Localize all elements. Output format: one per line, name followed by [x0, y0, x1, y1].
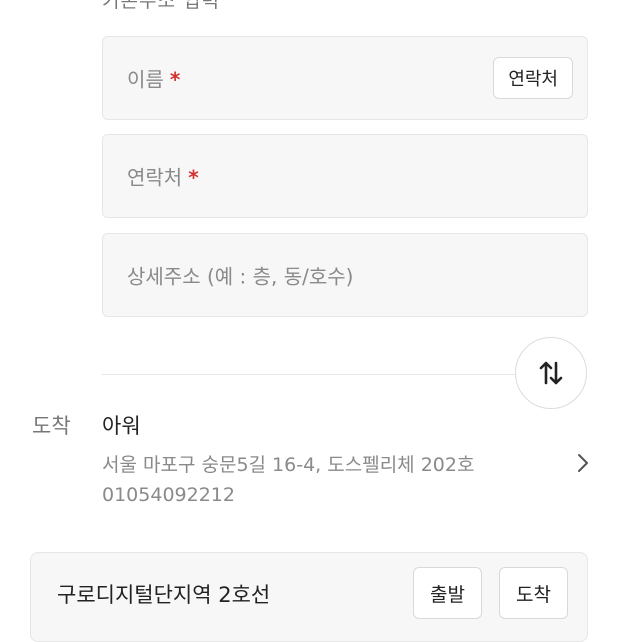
- phone-placeholder: 연락처 *: [127, 165, 199, 190]
- set-departure-button[interactable]: 출발: [413, 567, 482, 619]
- required-mark: *: [188, 165, 199, 190]
- swap-vertical-icon: [539, 361, 563, 385]
- detail-address-placeholder: 상세주소 (예 : 층, 동/호수): [127, 264, 354, 289]
- name-placeholder: 이름 *: [127, 67, 181, 92]
- detail-address-field[interactable]: 상세주소 (예 : 층, 동/호수): [102, 233, 588, 317]
- contacts-button[interactable]: 연락처: [493, 57, 573, 99]
- name-field[interactable]: 이름 * 연락처: [102, 36, 588, 120]
- destination-label: 도착: [32, 414, 71, 438]
- station-card: 구로디지털단지역 2호선 출발 도착: [30, 552, 588, 642]
- set-arrival-button[interactable]: 도착: [499, 567, 568, 619]
- destination-phone: 01054092212: [102, 484, 235, 506]
- destination-address[interactable]: 서울 마포구 숭문5길 16-4, 도스펠리체 202호: [102, 450, 474, 477]
- destination-name[interactable]: 아워: [102, 410, 141, 440]
- chevron-right-icon[interactable]: [574, 452, 592, 474]
- required-mark: *: [169, 67, 181, 92]
- divider: [102, 374, 516, 375]
- station-name: 구로디지털단지역 2호선: [57, 583, 271, 607]
- base-address-label: 기본주소 입력: [102, 0, 220, 12]
- phone-field[interactable]: 연락처 *: [102, 134, 588, 218]
- swap-button[interactable]: [515, 337, 587, 409]
